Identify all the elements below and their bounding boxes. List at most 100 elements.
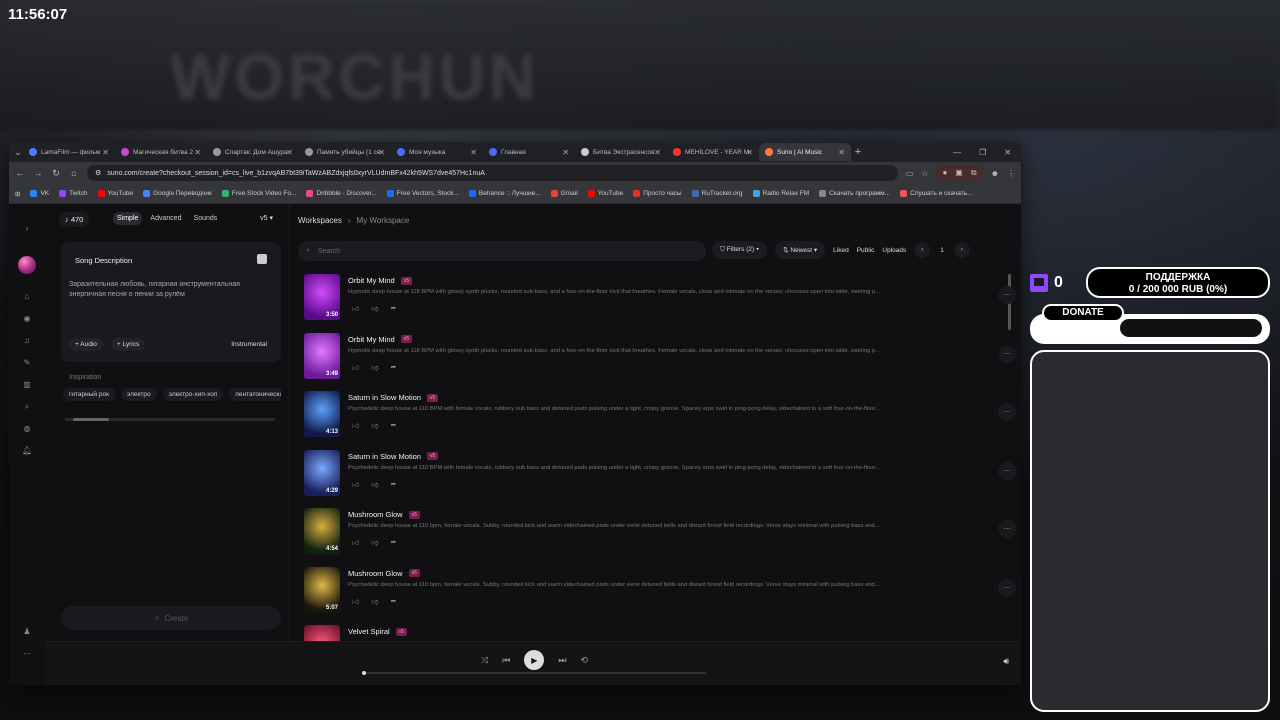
song-row[interactable]: Velvet Spiral v5	[304, 625, 1004, 641]
browser-tab[interactable]: Suno | AI Music ✕	[759, 143, 851, 161]
previous-icon[interactable]: ⏮︎	[502, 655, 510, 666]
cast-icon[interactable]: ▭	[906, 169, 914, 178]
close-window-icon[interactable]: ✕	[1004, 148, 1011, 157]
more-options-icon[interactable]: ⋯	[998, 520, 1016, 538]
bookmark-star-icon[interactable]: ☆	[921, 169, 928, 178]
bookmark-item[interactable]: Скачать программ...	[819, 190, 890, 197]
bookmark-item[interactable]: YouTube	[97, 190, 133, 197]
extension-box-icon[interactable]: ▣	[955, 168, 963, 178]
dislike-icon[interactable]: 👎︎	[371, 597, 378, 606]
bookmark-item[interactable]: Gmail	[550, 190, 578, 197]
share-icon[interactable]: ➦	[390, 304, 396, 313]
minimize-icon[interactable]: —	[953, 148, 961, 157]
bookmark-item[interactable]: Слушать и скачать...	[900, 190, 972, 197]
progress-bar[interactable]	[362, 671, 706, 675]
browser-tab[interactable]: LamaFilm — фильм ✕	[23, 143, 115, 161]
create-button[interactable]: ✧ Create	[61, 606, 281, 630]
prev-page-icon[interactable]: ‹	[914, 242, 931, 258]
song-row[interactable]: 4:29 Saturn in Slow Motion v5 Psychedeli…	[304, 449, 1016, 498]
bookmark-item[interactable]: Dribbble - Discover...	[306, 190, 377, 197]
bookmark-item[interactable]: Google Переводчик	[143, 190, 212, 197]
dislike-icon[interactable]: 👎︎	[371, 480, 378, 489]
extensions-icon[interactable]: ⧉	[971, 168, 977, 178]
extension-red-icon[interactable]: ●	[942, 168, 947, 178]
close-tab-icon[interactable]: ✕	[654, 148, 661, 157]
apps-icon[interactable]: ⊞	[15, 190, 20, 198]
share-icon[interactable]: ➦	[390, 363, 396, 372]
filters-button[interactable]: ⛉ Filters (2) ▾	[712, 241, 768, 259]
close-tab-icon[interactable]: ✕	[286, 148, 293, 157]
song-cover[interactable]: 4:13	[304, 391, 340, 437]
more-nav-icon[interactable]: ⋯	[22, 649, 32, 659]
more-options-icon[interactable]: ⋯	[998, 461, 1016, 480]
song-row[interactable]: 4:54 Mushroom Glow v5 Psychedelic deep h…	[304, 508, 1016, 556]
song-row[interactable]: 3:50 Orbit My Mind v5 Hypnotic deep hous…	[304, 274, 1016, 322]
home-icon[interactable]: ⌂	[69, 168, 79, 178]
chip[interactable]: электро-хип-хоп	[162, 388, 224, 401]
song-title[interactable]: Mushroom Glow	[348, 569, 403, 578]
song-row[interactable]: 5:07 Mushroom Glow v5 Psychedelic deep h…	[304, 566, 1016, 615]
repeat-icon[interactable]: ⟲	[580, 655, 588, 666]
bookmark-item[interactable]: YouTube	[587, 190, 623, 197]
song-cover[interactable]: 4:54	[304, 508, 340, 554]
browser-tab[interactable]: MEHİLOVE - YEAR M ✕	[667, 143, 759, 161]
browser-tab[interactable]: Моя музыка ✕	[391, 143, 483, 161]
song-title[interactable]: Saturn in Slow Motion	[348, 393, 421, 402]
instrumental-toggle[interactable]: Instrumental	[231, 341, 267, 348]
suno-logo[interactable]	[18, 256, 36, 274]
public-filter[interactable]: Public	[857, 247, 875, 254]
breadcrumb-workspaces[interactable]: Workspaces	[298, 216, 342, 225]
song-title[interactable]: Velvet Spiral	[348, 627, 390, 636]
song-title[interactable]: Mushroom Glow	[348, 510, 403, 519]
browser-tab[interactable]: Магическая битва 2 ✕	[115, 143, 207, 161]
profile-avatar[interactable]: ☻	[991, 169, 999, 178]
bookmark-item[interactable]: RuTracker.org	[691, 190, 743, 197]
create-nav-icon[interactable]: ♫	[22, 336, 32, 346]
song-cover[interactable]	[304, 625, 340, 641]
more-options-icon[interactable]: ⋯	[998, 286, 1016, 304]
more-options-icon[interactable]: ⋯	[998, 403, 1016, 421]
song-cover[interactable]: 3:50	[304, 274, 340, 320]
close-tab-icon[interactable]: ✕	[102, 148, 109, 157]
progress-handle[interactable]	[362, 671, 366, 675]
browser-tab[interactable]: Главная ✕	[483, 143, 575, 161]
browser-tab[interactable]: Память убийцы (1 се ✕	[299, 143, 391, 161]
close-tab-icon[interactable]: ✕	[378, 148, 385, 157]
more-options-icon[interactable]: ⋯	[998, 578, 1016, 597]
chip[interactable]: гитарный рок	[63, 388, 115, 401]
dislike-icon[interactable]: 👎︎	[371, 363, 378, 372]
song-cover[interactable]: 5:07	[304, 566, 340, 613]
tab-advanced[interactable]: Advanced	[146, 212, 185, 225]
bookmark-item[interactable]: Просто часы	[633, 190, 682, 197]
version-select[interactable]: v5 ▾	[260, 214, 273, 222]
notifications-icon[interactable]: 🔔︎	[22, 446, 32, 456]
dice-icon[interactable]	[257, 254, 267, 264]
next-icon[interactable]: ⏭︎	[558, 655, 566, 666]
song-cover[interactable]: 3:49	[304, 332, 340, 379]
hooks-icon[interactable]: ◍	[22, 424, 32, 434]
profile-icon[interactable]: ♟	[22, 627, 32, 637]
bookmark-item[interactable]: Twitch	[59, 190, 88, 197]
share-icon[interactable]: ➦	[390, 421, 396, 430]
expand-icon[interactable]: ›	[22, 224, 32, 234]
next-page-icon[interactable]: ›	[953, 242, 970, 258]
share-icon[interactable]: ➦	[390, 538, 396, 547]
like-icon[interactable]: 👍︎	[352, 304, 359, 313]
shuffle-icon[interactable]: ⤨	[481, 655, 488, 666]
like-icon[interactable]: 👍︎	[352, 480, 359, 489]
dislike-icon[interactable]: 👎︎	[371, 421, 378, 430]
search-input[interactable]: ⌕ Search	[298, 241, 706, 261]
chip[interactable]: электро	[120, 388, 157, 401]
song-title[interactable]: Saturn in Slow Motion	[348, 452, 421, 461]
add-audio-button[interactable]: + Audio	[69, 338, 103, 351]
chips-scrollbar[interactable]	[65, 418, 275, 421]
song-cover[interactable]: 4:29	[304, 449, 340, 496]
like-icon[interactable]: 👍︎	[352, 597, 359, 606]
explore-icon[interactable]: ◉	[22, 314, 32, 324]
like-icon[interactable]: 👍︎	[352, 538, 359, 547]
library-icon[interactable]: ▥	[22, 380, 32, 390]
credits-badge[interactable]: ♪ 470	[59, 212, 90, 227]
uploads-filter[interactable]: Uploads	[882, 247, 906, 254]
browser-tab[interactable]: Битва Экстрасенсов ✕	[575, 143, 667, 161]
share-icon[interactable]: ➦	[390, 597, 396, 606]
